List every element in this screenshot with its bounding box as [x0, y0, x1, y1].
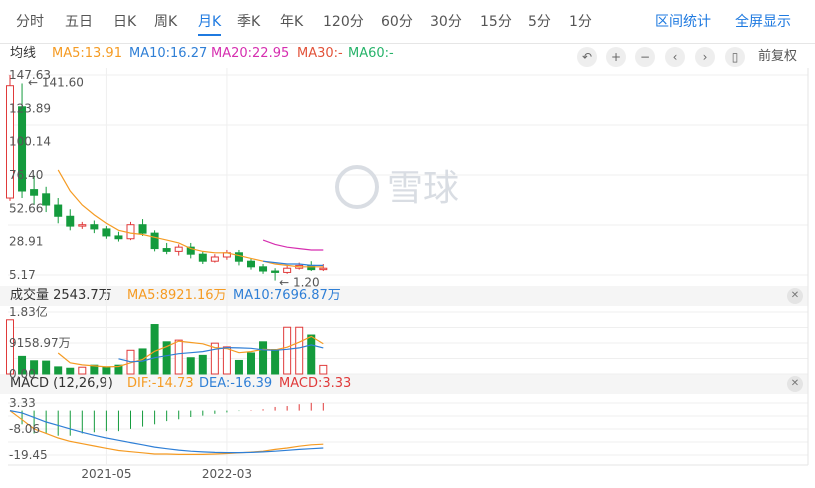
volume-bar [54, 366, 63, 375]
price-tick: 52.66 [9, 201, 43, 215]
candle-body [126, 224, 135, 240]
candle-body [319, 267, 328, 271]
volume-tick: 9158.97万 [9, 336, 71, 350]
macd-tick: -8.06 [9, 422, 40, 436]
price-tick: 123.89 [9, 101, 51, 115]
volume-bar [66, 367, 75, 375]
watermark-text: 雪球 [387, 168, 459, 209]
kline-chart[interactable]: 雪球 147.63123.89100.1476.4052.6628.915.17… [0, 0, 815, 488]
candle-body [234, 252, 243, 262]
low-price-label: ← 1.20 [279, 276, 320, 290]
candle-body [174, 246, 183, 252]
volume-bar [198, 354, 207, 375]
candle-body [42, 193, 51, 206]
candle-body [114, 235, 123, 240]
ma20-line [262, 239, 324, 251]
price-tick: 28.91 [9, 235, 43, 249]
price-tick: 76.40 [9, 168, 43, 182]
volume-bar [259, 341, 268, 375]
candle-body [54, 204, 63, 217]
date-tick: 2022-03 [202, 467, 252, 481]
watermark-circle [335, 165, 379, 209]
volume-bar [283, 326, 292, 375]
candle-body [259, 266, 268, 272]
volume-bar [295, 326, 304, 375]
price-tick: 100.14 [9, 135, 51, 149]
volume-ma10-line [118, 344, 324, 363]
candle-body [102, 228, 111, 237]
candle-body [66, 215, 75, 227]
price-tick: 5.17 [9, 268, 36, 282]
volume-bar [150, 324, 159, 375]
candle-body [30, 189, 39, 196]
volume-bar [222, 346, 231, 375]
volume-bar [319, 364, 328, 375]
volume-bar [174, 339, 183, 375]
volume-bar [102, 366, 111, 375]
candle-body [150, 232, 159, 250]
candle-body [283, 267, 292, 273]
candle-body [210, 256, 219, 262]
volume-bar [234, 359, 243, 375]
candle-body [78, 224, 87, 227]
volume-tick: 1.83亿 [9, 304, 48, 319]
candle-body [247, 260, 255, 268]
candle-body [307, 264, 316, 271]
volume-bar [78, 366, 87, 375]
date-tick: 2021-05 [81, 467, 131, 481]
candle-body [90, 224, 99, 230]
candle-body [162, 248, 171, 252]
volume-tick: 0.00 [9, 367, 36, 381]
high-price-label: ← 141.60 [28, 75, 84, 89]
macd-tick: 3.33 [9, 396, 36, 410]
candle-body [138, 224, 147, 234]
volume-bar [186, 357, 195, 375]
price-panel [6, 75, 328, 281]
volume-bar [247, 352, 255, 375]
chart-grid [8, 68, 809, 466]
candle-body [271, 270, 280, 273]
volume-bar [42, 360, 51, 375]
volume-bar [307, 334, 316, 375]
watermark-logo: 雪球 [335, 165, 459, 209]
macd-tick: -19.45 [9, 448, 48, 462]
volume-bar [271, 349, 280, 375]
candle-body [198, 253, 207, 262]
